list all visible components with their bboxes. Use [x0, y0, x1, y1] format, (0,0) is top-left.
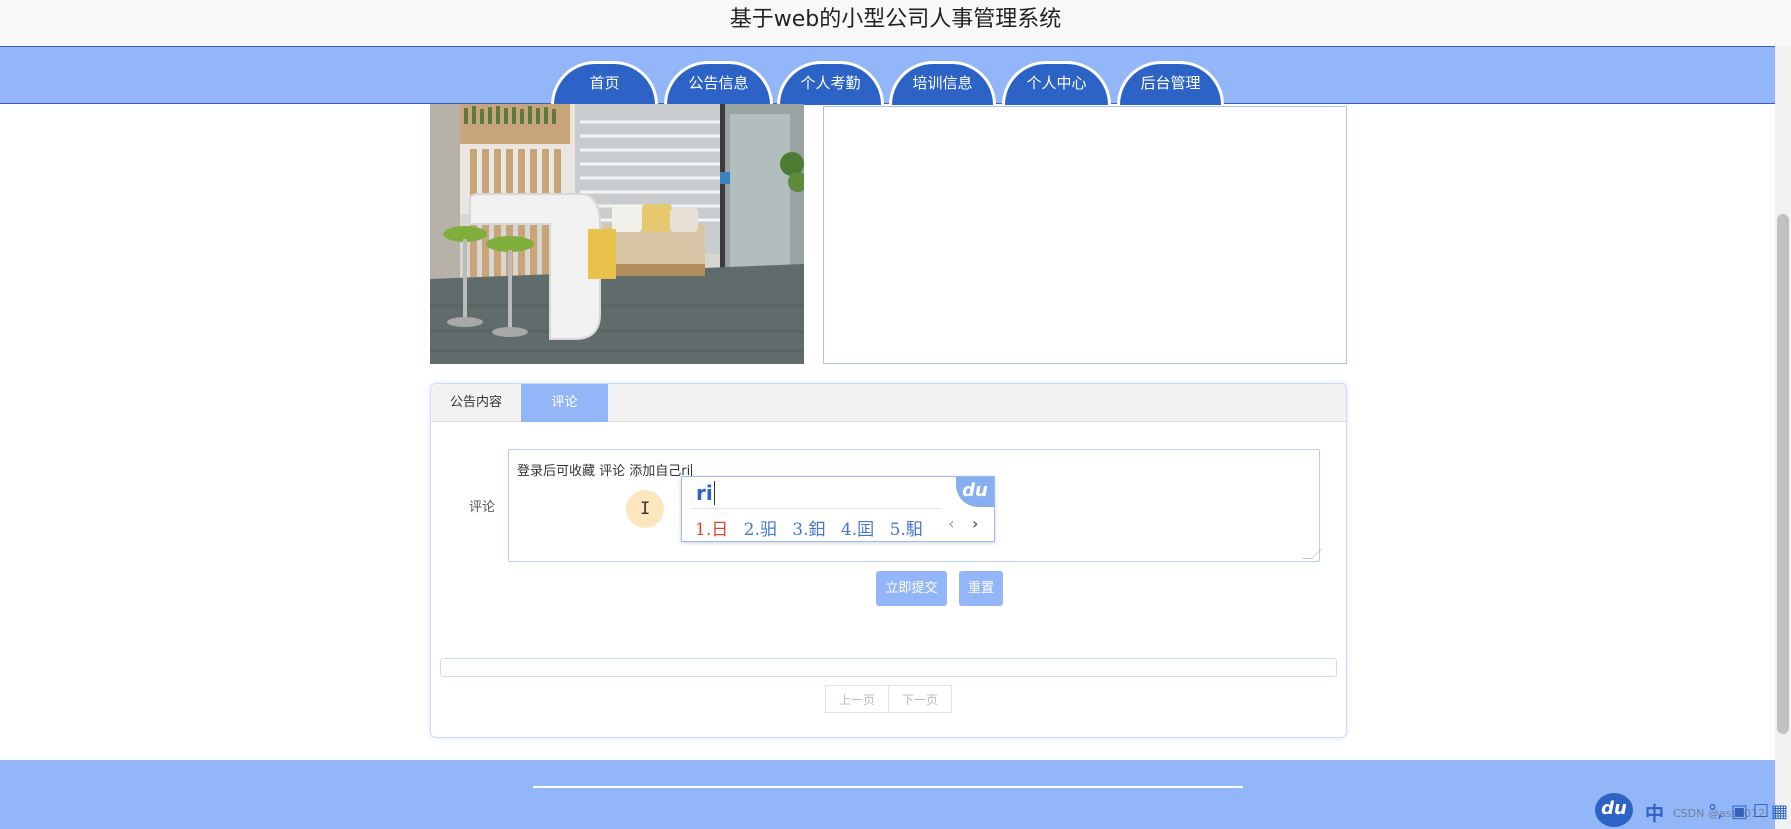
detail-panel: 公告内容 评论 评论 登录后可收藏 评论 添加自己ri 立即提交 重置 上一页 …	[430, 383, 1347, 738]
ime-language-indicator[interactable]: 中	[1645, 799, 1664, 826]
comment-text: 登录后可收藏 评论 添加自己ri	[517, 464, 691, 479]
comment-list	[440, 658, 1337, 677]
ime-candidate[interactable]: 3.鈤	[792, 520, 825, 540]
tab-comments[interactable]: 评论	[521, 384, 608, 422]
announcement-image	[430, 104, 804, 364]
ime-candidate[interactable]: 5.馹	[890, 520, 923, 540]
ime-candidate[interactable]: 2.驲	[744, 520, 777, 540]
main-nav: 首页 公告信息 个人考勤 培训信息 个人中心 后台管理	[0, 46, 1775, 105]
announcement-info-box	[823, 106, 1347, 364]
nav-tab-admin[interactable]: 后台管理	[1117, 61, 1224, 105]
office-lounge-illustration	[430, 104, 804, 364]
ime-divider	[692, 508, 942, 509]
text-cursor-icon: I	[640, 499, 651, 519]
tab-announcement-content[interactable]: 公告内容	[431, 384, 521, 422]
nav-tab-home[interactable]: 首页	[551, 61, 658, 105]
ime-candidate[interactable]: 4.囸	[841, 520, 874, 540]
ime-logo-icon: du	[956, 477, 994, 507]
page-footer	[0, 760, 1775, 829]
next-page-button[interactable]: 下一页	[888, 685, 952, 713]
scrollbar-thumb[interactable]	[1777, 214, 1789, 734]
comment-label: 评论	[469, 500, 496, 515]
ime-candidates: 1.日 2.驲 3.鈤 4.囸 5.馹	[695, 515, 933, 540]
watermark-text: CSDN @ass1012	[1673, 807, 1766, 820]
ime-caret	[713, 481, 715, 505]
ime-composition: ri	[696, 481, 715, 505]
resize-handle[interactable]	[1302, 549, 1322, 559]
page-scrollbar[interactable]	[1775, 46, 1791, 829]
ime-next-icon[interactable]: ›	[972, 514, 978, 533]
footer-divider	[533, 786, 1243, 788]
nav-tab-training[interactable]: 培训信息	[889, 61, 996, 105]
reset-button[interactable]: 重置	[959, 571, 1003, 606]
submit-button[interactable]: 立即提交	[876, 571, 947, 606]
ime-candidate-window: ri du 1.日 2.驲 3.鈤 4.囸 5.馹 ‹ ›	[681, 476, 995, 542]
detail-tabbar: 公告内容 评论	[431, 384, 1346, 422]
ime-status-bar: du 中 °, ▣ ☐ ▦ CSDN @ass1012	[1595, 793, 1791, 829]
site-title: 基于web的小型公司人事管理系统	[729, 7, 1062, 32]
nav-tab-attendance[interactable]: 个人考勤	[777, 61, 884, 105]
ime-tray-logo-icon[interactable]: du	[1595, 793, 1633, 827]
nav-tab-personal-center[interactable]: 个人中心	[1002, 61, 1111, 105]
ime-menu-grid-icon[interactable]: ▦	[1771, 801, 1788, 822]
ime-candidate[interactable]: 1.日	[695, 520, 728, 540]
prev-page-button[interactable]: 上一页	[825, 685, 889, 713]
ime-prev-icon[interactable]: ‹	[948, 514, 954, 533]
site-header: 基于web的小型公司人事管理系统	[0, 0, 1791, 46]
nav-tab-announcements[interactable]: 公告信息	[664, 61, 773, 105]
